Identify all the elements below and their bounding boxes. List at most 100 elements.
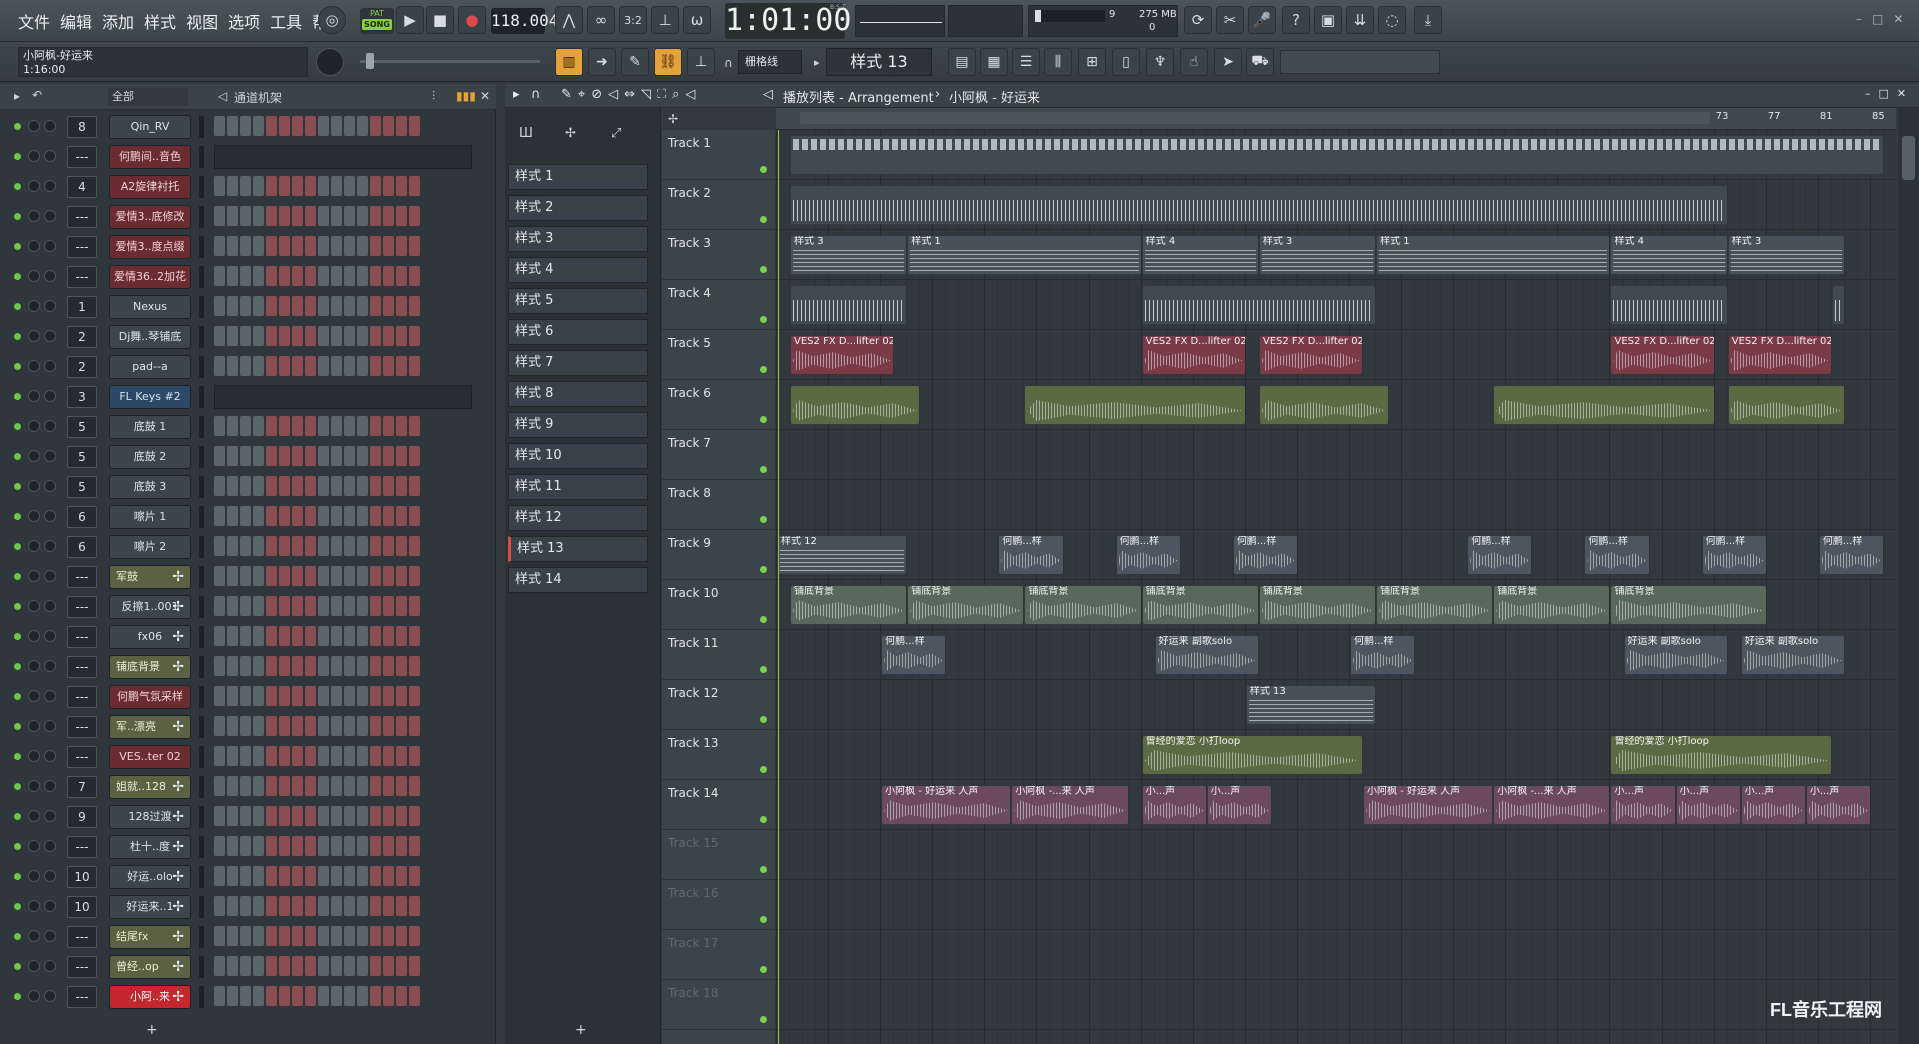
channel-volume-knob[interactable] <box>44 420 56 432</box>
step-button[interactable] <box>240 176 251 196</box>
step-button[interactable] <box>344 806 355 826</box>
master-slider[interactable] <box>360 60 540 63</box>
channel-enable-led[interactable] <box>14 543 21 550</box>
step-button[interactable] <box>396 116 407 136</box>
undo-icon[interactable]: ↶ <box>32 88 42 102</box>
piano-roll-preview[interactable] <box>214 385 472 409</box>
help-icon[interactable]: ? <box>1282 6 1310 34</box>
step-button[interactable] <box>383 776 394 796</box>
channel-enable-led[interactable] <box>14 693 21 700</box>
step-button[interactable] <box>292 536 303 556</box>
piano-roll-icon[interactable]: ▦ <box>980 48 1008 76</box>
track-header[interactable]: Track 12 <box>662 680 775 730</box>
step-button[interactable] <box>318 776 329 796</box>
channel-enable-led[interactable] <box>14 843 21 850</box>
channel-volume-knob[interactable] <box>44 180 56 192</box>
graph-icon[interactable]: ⫶ <box>432 89 435 104</box>
channel-mixer-track[interactable]: --- <box>67 566 97 588</box>
step-button[interactable] <box>227 656 238 676</box>
step-button[interactable] <box>279 896 290 916</box>
step-button[interactable] <box>344 986 355 1006</box>
step-button[interactable] <box>331 446 342 466</box>
step-button[interactable] <box>396 896 407 916</box>
step-button[interactable] <box>344 596 355 616</box>
add-pattern-icon[interactable]: + <box>575 1022 587 1038</box>
pattern-item[interactable]: 样式 8 <box>508 381 648 407</box>
step-button[interactable] <box>227 506 238 526</box>
channel-mixer-track[interactable]: --- <box>67 146 97 168</box>
playlist-clip[interactable]: 曾经的爱恋 小打loop <box>1611 736 1831 774</box>
playlist-clip[interactable]: 样式 1 <box>1377 236 1610 274</box>
step-button[interactable] <box>279 806 290 826</box>
channel-pan-knob[interactable] <box>28 390 40 402</box>
picker-automation-icon[interactable]: ⤢ <box>611 126 621 141</box>
channel-volume-knob[interactable] <box>44 360 56 372</box>
playlist-clip[interactable]: 样式 4 <box>1142 236 1258 274</box>
channel-pan-knob[interactable] <box>28 810 40 822</box>
channel-enable-led[interactable] <box>14 753 21 760</box>
step-button[interactable] <box>409 896 420 916</box>
step-button[interactable] <box>227 266 238 286</box>
step-button[interactable] <box>409 416 420 436</box>
step-button[interactable] <box>214 686 225 706</box>
track-header[interactable]: Track 15 <box>662 830 775 880</box>
step-button[interactable] <box>214 836 225 856</box>
step-button[interactable] <box>227 566 238 586</box>
playlist-clip[interactable] <box>791 136 1883 174</box>
step-button[interactable] <box>396 356 407 376</box>
step-button[interactable] <box>292 266 303 286</box>
step-button[interactable] <box>383 566 394 586</box>
tempo-tapper-icon[interactable]: ➤ <box>1214 48 1242 76</box>
playhead[interactable] <box>778 130 779 1044</box>
step-button[interactable] <box>344 746 355 766</box>
step-button[interactable] <box>292 596 303 616</box>
step-button[interactable] <box>318 536 329 556</box>
channel-name-button[interactable]: Dj舞..琴铺底 <box>109 325 191 349</box>
channel-select-bar[interactable] <box>199 476 204 498</box>
step-button[interactable] <box>357 176 368 196</box>
step-button[interactable] <box>344 896 355 916</box>
channel-mixer-track[interactable]: --- <box>67 956 97 978</box>
channel-select-bar[interactable] <box>199 506 204 528</box>
channel-select-bar[interactable] <box>199 116 204 138</box>
channel-select-bar[interactable] <box>199 176 204 198</box>
channel-name-button[interactable]: VES..ter 02 <box>109 745 191 769</box>
step-button[interactable] <box>409 476 420 496</box>
track-enable-led[interactable] <box>760 316 767 323</box>
step-button[interactable] <box>305 806 316 826</box>
step-button[interactable] <box>240 866 251 886</box>
step-button[interactable] <box>227 956 238 976</box>
step-button[interactable] <box>370 506 381 526</box>
step-button[interactable] <box>409 116 420 136</box>
step-button[interactable] <box>266 296 277 316</box>
step-button[interactable] <box>331 836 342 856</box>
channel-volume-knob[interactable] <box>44 900 56 912</box>
channel-volume-knob[interactable] <box>44 600 56 612</box>
step-button[interactable] <box>240 596 251 616</box>
step-button[interactable] <box>396 236 407 256</box>
step-button[interactable] <box>253 956 264 976</box>
step-button[interactable] <box>292 656 303 676</box>
step-button[interactable] <box>305 206 316 226</box>
step-button[interactable] <box>318 686 329 706</box>
step-button[interactable] <box>279 626 290 646</box>
step-button[interactable] <box>370 266 381 286</box>
channel-pan-knob[interactable] <box>28 210 40 222</box>
step-button[interactable] <box>370 446 381 466</box>
playlist-clip[interactable]: VES2 FX D...lifter 02 <box>1142 336 1245 374</box>
channel-enable-led[interactable] <box>14 333 21 340</box>
step-button[interactable] <box>253 506 264 526</box>
step-button[interactable] <box>253 716 264 736</box>
step-button[interactable] <box>214 776 225 796</box>
step-button[interactable] <box>279 986 290 1006</box>
playlist-menu-icon[interactable]: ▸ <box>513 87 520 102</box>
channel-pan-knob[interactable] <box>28 870 40 882</box>
vertical-scrollbar[interactable] <box>1898 108 1919 1044</box>
step-button[interactable] <box>383 686 394 706</box>
channel-name-button[interactable]: 何鹏气氛采样 <box>109 685 191 709</box>
step-button[interactable] <box>344 476 355 496</box>
step-button[interactable] <box>383 956 394 976</box>
step-button[interactable] <box>292 896 303 916</box>
step-button[interactable] <box>370 476 381 496</box>
channel-mixer-track[interactable]: --- <box>67 836 97 858</box>
